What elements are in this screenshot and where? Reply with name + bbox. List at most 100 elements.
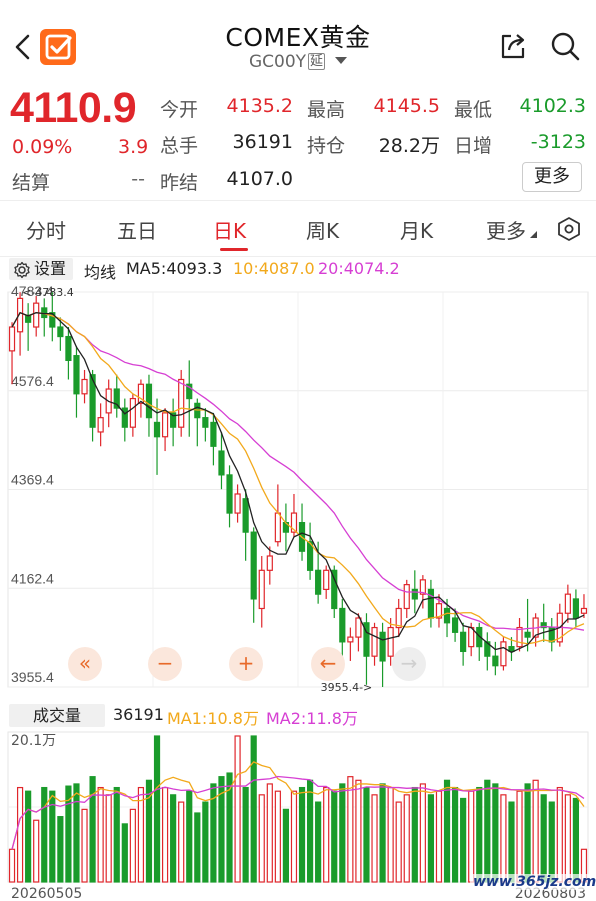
y-tick-label: 3955.4: [11, 669, 54, 685]
volume-bar: [395, 801, 402, 883]
candle-body: [250, 531, 257, 600]
volume-bar: [548, 801, 555, 883]
candle-body: [234, 493, 241, 514]
volume-bar: [435, 790, 443, 883]
volume-indicator-button[interactable]: 成交量: [9, 704, 105, 727]
volume-bar: [331, 790, 338, 883]
volume-bar: [16, 786, 24, 883]
candle-body: [572, 598, 580, 619]
candle-body: [524, 631, 531, 638]
open-value: 4135.2: [226, 95, 293, 117]
volume-legend: 成交量 36191 MA1:10.8万 MA2:11.8万: [0, 704, 596, 728]
share-icon[interactable]: [497, 30, 529, 62]
volume-bar: [33, 819, 40, 883]
zoom-out-button[interactable]: −: [148, 647, 182, 681]
scroll-left-button[interactable]: ←: [311, 647, 345, 681]
volume-bar: [500, 794, 507, 883]
gear-icon: [14, 261, 30, 279]
prevclose-value: 4107.0: [226, 168, 293, 190]
max-price-marker: <-4783.4: [22, 286, 74, 299]
candle-body: [387, 626, 394, 657]
corner-arrow-icon: [530, 231, 537, 238]
candle-body: [41, 307, 48, 319]
volume-bar: [315, 801, 322, 883]
candle-body: [226, 474, 233, 514]
high-label: 最高: [307, 99, 346, 121]
chart-settings-hex-icon[interactable]: [556, 216, 582, 242]
candle-body: [315, 569, 322, 595]
change-percent: 0.09%: [12, 136, 73, 158]
volume-bar: [468, 790, 475, 883]
volume-bar: [556, 786, 563, 883]
candle-body: [427, 588, 435, 619]
volume-bar: [274, 790, 281, 883]
candle-body: [564, 593, 571, 614]
high-value: 4145.5: [373, 95, 440, 117]
candle-body: [218, 450, 225, 476]
kline-chart[interactable]: 4783.44576.44369.44162.43955.4<-4783.439…: [0, 282, 596, 901]
more-quote-button[interactable]: 更多: [522, 162, 582, 192]
ma-title: 均线: [84, 263, 117, 282]
tab-more-label: 更多: [486, 219, 526, 243]
candle-body: [451, 617, 459, 633]
candle-body: [97, 417, 104, 433]
ma20-value: 20:4074.2: [318, 259, 400, 278]
volume-bar: [41, 786, 48, 883]
volume-bar: [387, 786, 394, 883]
active-tab-indicator: [220, 248, 248, 251]
tab-weekly-k[interactable]: 周K: [306, 215, 339, 244]
candle-body: [347, 636, 354, 643]
volume-value: 36191: [232, 131, 293, 153]
watermark: www.365jz.com: [470, 874, 596, 890]
volume-bar: [137, 786, 145, 883]
settle-value: --: [131, 168, 145, 190]
search-icon[interactable]: [549, 30, 581, 62]
volume-bar: [516, 790, 523, 883]
open-interest-label: 持仓: [307, 135, 346, 157]
candle-body: [57, 326, 64, 338]
zoom-in-button[interactable]: +: [229, 647, 263, 681]
scroll-to-start-button[interactable]: «: [68, 647, 102, 681]
candle-body: [323, 569, 330, 590]
volume-label: 总手: [160, 135, 199, 157]
candle-body: [81, 378, 88, 395]
volume-bar: [347, 776, 354, 883]
volume-bar: [242, 786, 249, 883]
low-value: 4102.3: [519, 95, 586, 117]
tab-daily-k[interactable]: 日K: [213, 215, 246, 244]
candle-body: [33, 302, 40, 328]
candle-body: [129, 397, 136, 428]
volume-bar: [306, 779, 314, 883]
volume-bar: [170, 794, 177, 883]
candle-body: [153, 421, 161, 438]
volume-bar: [105, 794, 112, 883]
ma-settings-button[interactable]: 设置: [9, 258, 73, 280]
y-tick-label: 4576.4: [11, 373, 54, 389]
volume-bar: [532, 779, 539, 883]
volume-bar: [564, 794, 571, 883]
volume-max-label: 20.1万: [11, 733, 56, 749]
candle-body: [202, 417, 209, 428]
volume-bar: [89, 776, 96, 883]
candle-body: [73, 355, 80, 395]
volume-bar: [73, 783, 80, 883]
volume-bar: [371, 794, 378, 883]
period-tabs: 分时 五日 日K 周K 月K 更多: [0, 201, 596, 257]
tab-more[interactable]: 更多: [486, 215, 537, 244]
tab-five-day[interactable]: 五日: [117, 215, 157, 244]
volume-bar: [451, 786, 459, 883]
min-price-marker: 3955.4->: [321, 681, 373, 694]
volume-bar: [121, 823, 128, 883]
oi-change-value: -3123: [530, 131, 586, 153]
volume-bar: [8, 848, 16, 883]
open-label: 今开: [160, 99, 199, 121]
volume-bar: [178, 801, 185, 883]
candle-body: [242, 498, 249, 533]
tab-intraday[interactable]: 分时: [26, 215, 66, 244]
volume-bar: [492, 783, 499, 883]
scroll-right-button[interactable]: →: [392, 647, 426, 681]
tab-monthly-k[interactable]: 月K: [400, 215, 433, 244]
candle-body: [145, 383, 153, 419]
prevclose-label: 昨结: [160, 172, 199, 194]
volume-bar: [81, 808, 88, 883]
